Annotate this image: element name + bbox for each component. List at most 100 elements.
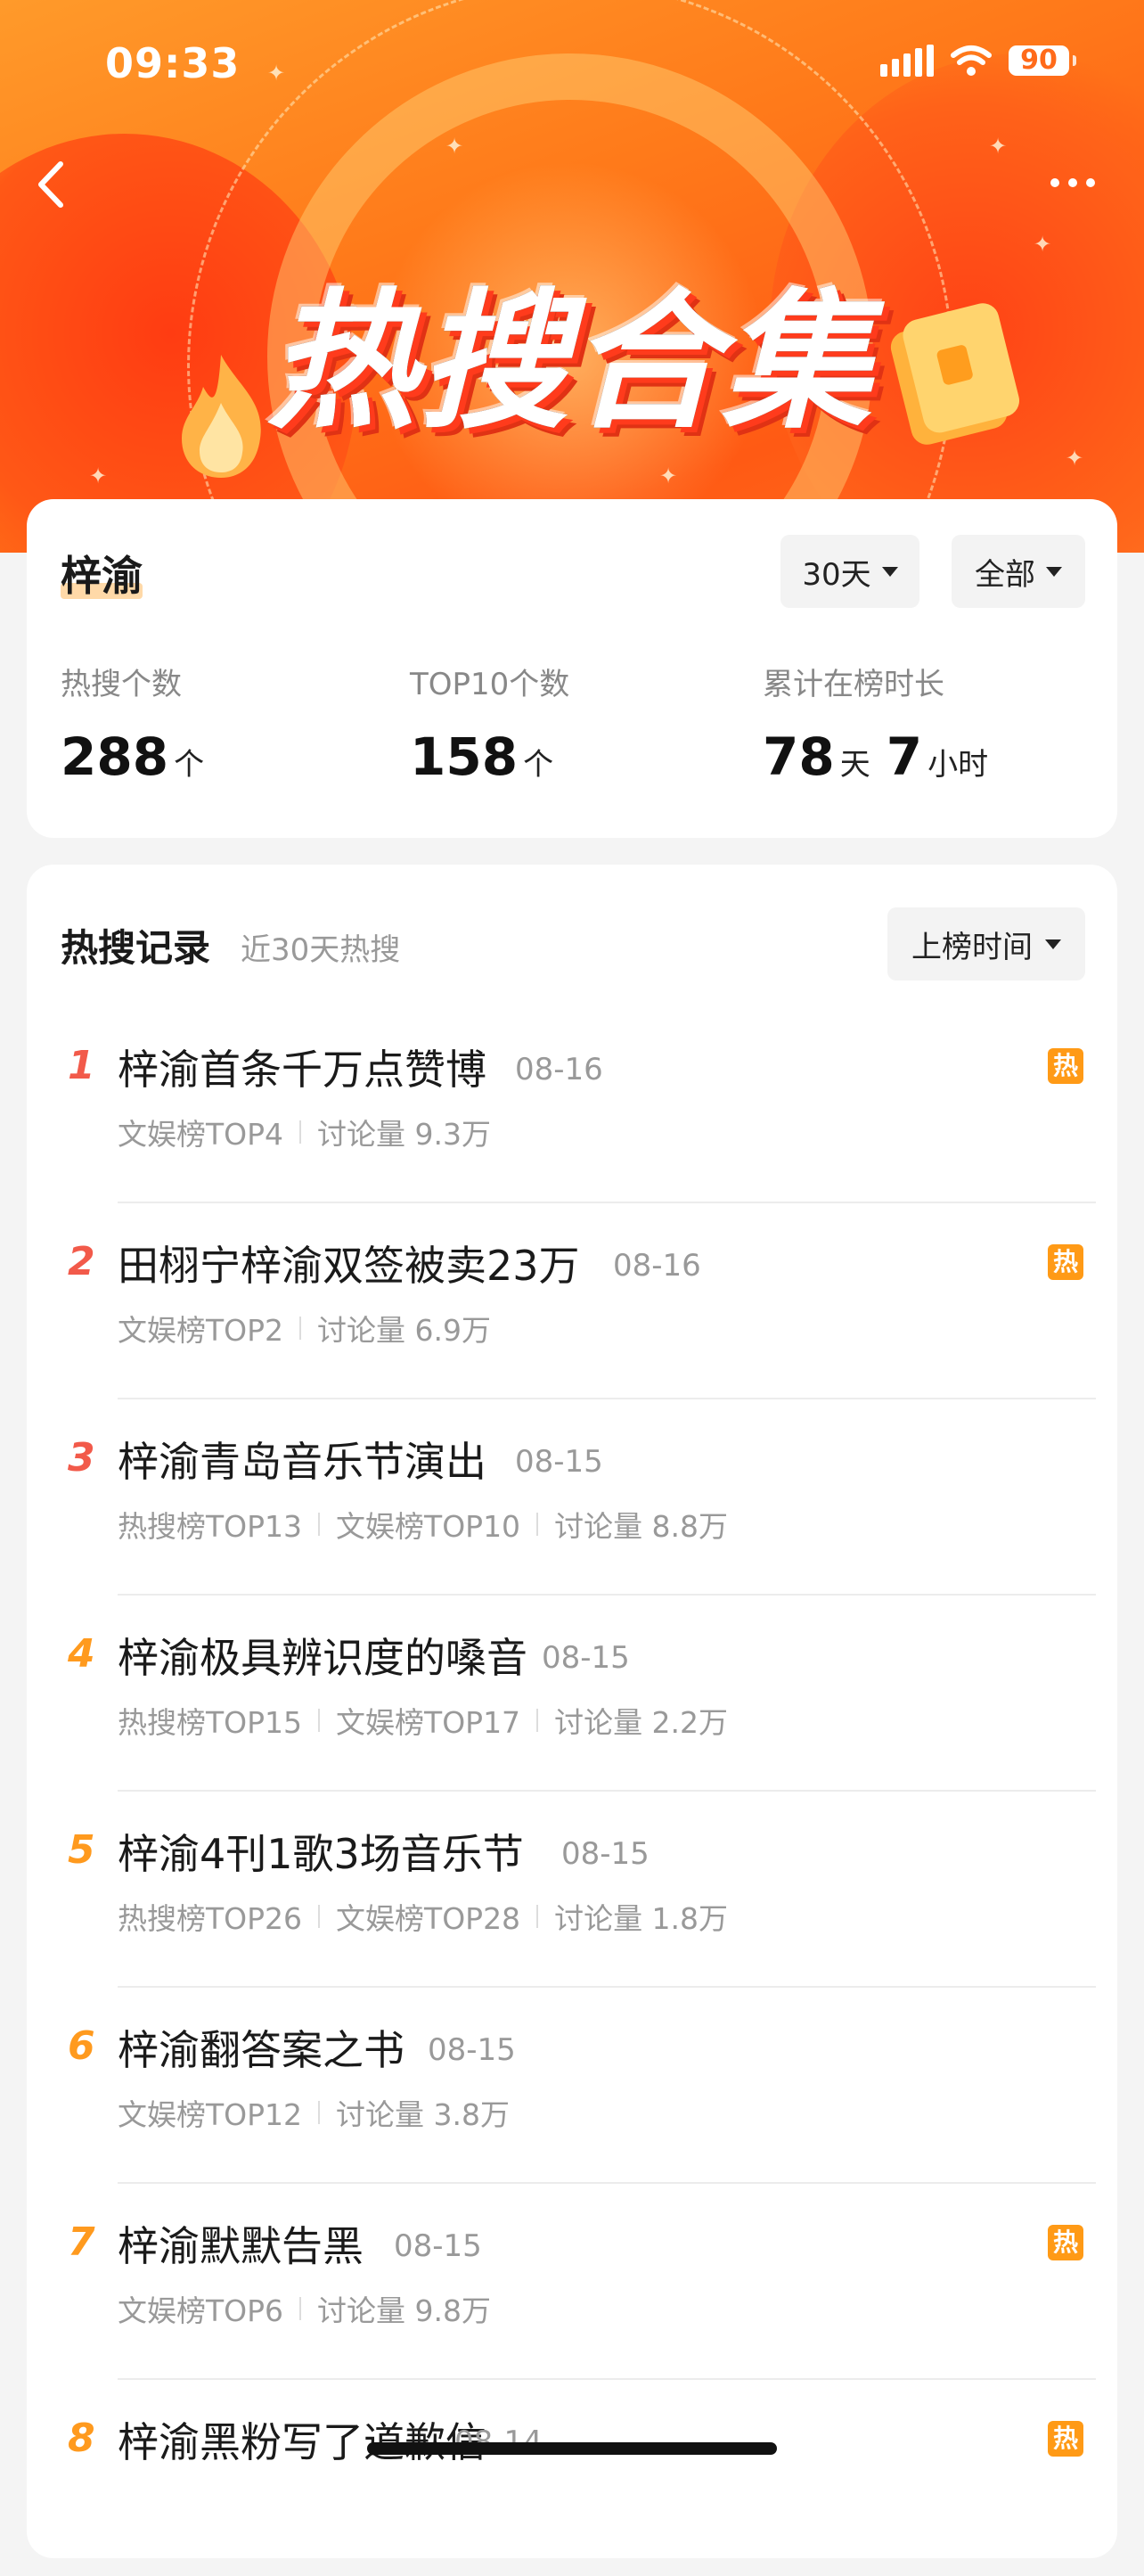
stat-top10-count: TOP10个数 158 个 — [410, 660, 569, 787]
list-item[interactable]: 4 梓渝极具辨识度的嗓音 08-15 热搜榜TOP15 文娱榜TOP17 讨论量 2.2万 — [27, 1596, 1117, 1792]
flame-icon — [182, 355, 261, 478]
sparkle-icon: ✦ — [1066, 446, 1084, 471]
topic-date: 08-16 — [515, 1052, 603, 1087]
hot-badge: 热 — [1048, 2421, 1083, 2457]
meta-separator — [536, 1709, 539, 1732]
meta-item: 文娱榜TOP2 — [118, 1313, 284, 1348]
meta-separator — [536, 1513, 539, 1536]
topic-title: 梓渝翻答案之书 — [118, 2026, 404, 2074]
topic-meta: 文娱榜TOP6 讨论量 9.8万 — [118, 2287, 491, 2330]
topic-title: 梓渝极具辨识度的嗓音 — [118, 1634, 527, 1682]
back-icon[interactable] — [27, 153, 80, 216]
meta-separator — [318, 2101, 321, 2124]
sparkle-icon: ✦ — [659, 464, 678, 488]
meta-item: 讨论量 3.8万 — [336, 2097, 511, 2132]
topic-meta: 热搜榜TOP13 文娱榜TOP10 讨论量 8.8万 — [118, 1503, 728, 1546]
stat-total-duration: 累计在榜时长 78 天 7 小时 — [763, 660, 988, 787]
stat-label: 热搜个数 — [61, 667, 182, 702]
more-icon[interactable] — [1037, 165, 1108, 201]
rank-number: 5 — [68, 1827, 95, 1873]
list-item[interactable]: 6 梓渝翻答案之书 08-15 文娱榜TOP12 讨论量 3.8万 — [27, 1988, 1117, 2184]
meta-separator — [299, 2297, 302, 2320]
hot-badge: 热 — [1048, 1244, 1083, 1280]
stat-value-days: 78 — [763, 726, 835, 787]
sparkle-icon: ✦ — [989, 134, 1008, 159]
meta-separator — [299, 1120, 302, 1144]
stat-label: 累计在榜时长 — [763, 667, 944, 702]
list-item[interactable]: 1 梓渝首条千万点赞博 08-16 文娱榜TOP4 讨论量 9.3万 热 — [27, 1007, 1117, 1203]
meta-item: 讨论量 9.8万 — [317, 2293, 492, 2328]
records-subtitle: 近30天热搜 — [241, 932, 401, 968]
status-icons: 90 — [880, 45, 1076, 77]
meta-item: 讨论量 1.8万 — [554, 1901, 729, 1936]
period-filter-dropdown[interactable]: 30天 — [780, 535, 919, 608]
topic-title: 梓渝青岛音乐节演出 — [118, 1438, 486, 1486]
topic-title: 梓渝黑粉写了道歉信 — [118, 2418, 486, 2466]
list-item[interactable]: 3 梓渝青岛音乐节演出 08-15 热搜榜TOP13 文娱榜TOP10 讨论量 8.8万 — [27, 1399, 1117, 1596]
topic-date: 08-15 — [542, 1640, 630, 1676]
stat-unit: 个 — [174, 747, 205, 783]
caret-down-icon — [1046, 566, 1062, 577]
celebrity-name: 梓渝 — [61, 552, 143, 600]
summary-card: 梓渝 30天 全部 热搜个数 288 个 TOP10个数 158 个 累计在榜时长 … — [27, 499, 1117, 838]
stat-value-hours: 7 — [886, 726, 923, 787]
list-item[interactable]: 7 梓渝默默告黑 08-15 文娱榜TOP6 讨论量 9.8万 热 — [27, 2184, 1117, 2380]
stat-unit-hours: 小时 — [927, 747, 989, 783]
meta-item: 热搜榜TOP13 — [118, 1509, 303, 1544]
list-item[interactable]: 8梓渝黑粉写了道歉信08-14热 — [27, 2380, 1117, 2576]
scope-filter-label: 全部 — [975, 556, 1035, 593]
sparkle-icon: ✦ — [445, 134, 464, 159]
meta-item: 文娱榜TOP10 — [336, 1509, 521, 1544]
meta-item: 讨论量 9.3万 — [317, 1117, 492, 1152]
records-card: 热搜记录 近30天热搜 上榜时间 1 梓渝首条千万点赞博 08-16 文娱榜TOP4 讨… — [27, 865, 1117, 2558]
rank-number: 6 — [68, 2023, 95, 2069]
stat-hot-count: 热搜个数 288 个 — [61, 660, 204, 787]
caret-down-icon — [881, 566, 898, 577]
meta-item: 讨论量 8.8万 — [554, 1509, 729, 1544]
topic-title: 梓渝首条千万点赞博 — [118, 1046, 486, 1094]
hot-badge: 热 — [1048, 1048, 1083, 1084]
meta-item: 热搜榜TOP15 — [118, 1705, 303, 1740]
stat-unit: 个 — [523, 747, 554, 783]
period-filter-label: 30天 — [802, 556, 871, 593]
topic-date: 08-15 — [394, 2228, 482, 2264]
scope-filter-dropdown[interactable]: 全部 — [952, 535, 1085, 608]
meta-item: 热搜榜TOP26 — [118, 1901, 303, 1936]
header-banner: ✦ ✦ ✦ ✦ ✦ ✦ ✦ 09:33 90 热搜合集 — [0, 0, 1144, 553]
wifi-icon — [951, 45, 992, 76]
list-item[interactable]: 5 梓渝4刊1歌3场音乐节 08-15 热搜榜TOP26 文娱榜TOP28 讨论量 1.8… — [27, 1792, 1117, 1988]
stat-value: 158 — [410, 726, 519, 787]
topic-date: 08-15 — [515, 1444, 603, 1480]
topic-meta: 文娱榜TOP4 讨论量 9.3万 — [118, 1111, 491, 1153]
meta-item: 讨论量 2.2万 — [554, 1705, 729, 1740]
sort-label: 上榜时间 — [911, 929, 1033, 965]
topic-title: 梓渝默默告黑 — [118, 2222, 364, 2270]
box-icon — [890, 303, 1020, 445]
topic-date: 08-16 — [613, 1248, 701, 1284]
signal-icon — [880, 45, 934, 77]
meta-separator — [318, 1513, 321, 1536]
rank-number: 7 — [68, 2219, 95, 2265]
meta-separator — [318, 1709, 321, 1732]
topic-meta: 热搜榜TOP26 文娱榜TOP28 讨论量 1.8万 — [118, 1895, 728, 1938]
page-title: 热搜合集 — [267, 275, 873, 449]
meta-item: 文娱榜TOP17 — [336, 1705, 521, 1740]
sparkle-icon: ✦ — [1034, 232, 1052, 257]
topic-title: 田栩宁梓渝双签被卖23万 — [118, 1242, 580, 1290]
stat-label: TOP10个数 — [410, 667, 570, 702]
caret-down-icon — [1045, 939, 1061, 949]
rank-number: 2 — [68, 1239, 95, 1284]
list-item[interactable]: 2 田栩宁梓渝双签被卖23万 08-16 文娱榜TOP2 讨论量 6.9万 热 — [27, 1203, 1117, 1399]
rank-number: 3 — [68, 1435, 95, 1481]
sort-dropdown[interactable]: 上榜时间 — [887, 907, 1085, 980]
meta-separator — [536, 1905, 539, 1928]
status-time: 09:33 — [105, 39, 241, 87]
records-title: 热搜记录 — [61, 926, 211, 970]
stat-value: 288 — [61, 726, 169, 787]
rank-number: 8 — [68, 2416, 95, 2461]
sparkle-icon: ✦ — [267, 61, 286, 86]
hot-badge: 热 — [1048, 2225, 1083, 2260]
rank-number: 1 — [68, 1043, 95, 1088]
meta-separator — [318, 1905, 321, 1928]
topic-date: 08-15 — [561, 1836, 650, 1872]
